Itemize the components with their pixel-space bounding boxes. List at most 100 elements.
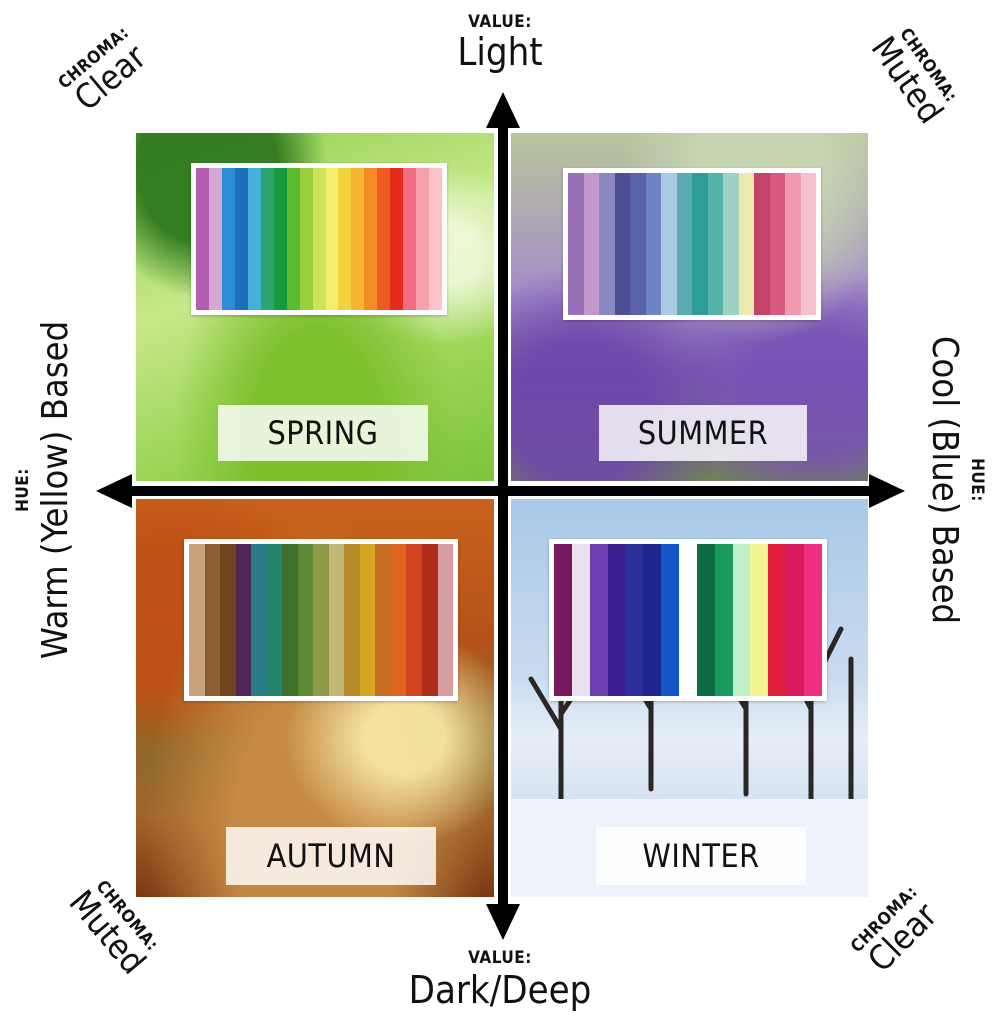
autumn-swatch — [282, 544, 298, 696]
winter-swatch — [768, 544, 787, 696]
spring-swatch — [221, 168, 235, 310]
autumn-swatch — [235, 544, 252, 696]
autumn-swatch — [204, 544, 221, 696]
autumn-swatch — [313, 544, 329, 696]
arrow-up-icon — [486, 92, 520, 128]
spring-swatch — [234, 168, 248, 310]
spring-swatch — [338, 168, 352, 310]
autumn-swatch — [266, 544, 283, 696]
vertical-axis-line — [498, 118, 508, 918]
winter-swatch — [661, 544, 680, 696]
autumn-swatch — [375, 544, 391, 696]
autumn-swatch — [344, 544, 360, 696]
summer-swatch — [568, 173, 584, 315]
hue-left-label: HUE: — [13, 468, 33, 512]
autumn-swatch — [437, 544, 454, 696]
spring-swatch — [286, 168, 300, 310]
autumn-palette — [184, 539, 458, 701]
autumn-swatch — [297, 544, 314, 696]
spring-swatch — [196, 168, 209, 310]
spring-swatch — [208, 168, 222, 310]
winter-swatch — [643, 544, 662, 696]
winter-swatch — [696, 544, 715, 696]
spring-swatch — [429, 168, 443, 310]
winter-swatch — [625, 544, 644, 696]
value-bottom-label: VALUE: — [468, 948, 532, 968]
spring-swatch — [377, 168, 391, 310]
winter-swatch — [786, 544, 805, 696]
spring-swatch — [260, 168, 274, 310]
value-top-label: VALUE: — [468, 12, 532, 32]
spring-swatch — [351, 168, 365, 310]
winter-swatch — [607, 544, 626, 696]
spring-swatch — [247, 168, 261, 310]
summer-swatch — [645, 173, 661, 315]
spring-swatch — [325, 168, 339, 310]
autumn-quadrant: AUTUMN — [136, 499, 494, 897]
arrow-left-icon — [96, 474, 132, 508]
summer-swatch — [769, 173, 785, 315]
summer-swatch — [630, 173, 646, 315]
horizontal-axis-line — [118, 486, 883, 496]
winter-swatches — [554, 544, 822, 696]
winter-swatch — [679, 544, 697, 696]
spring-swatch — [390, 168, 404, 310]
chroma-top-left: CHROMA: Clear — [35, 7, 181, 143]
autumn-swatch — [406, 544, 422, 696]
autumn-swatch — [359, 544, 376, 696]
value-bottom: VALUE: Dark/Deep — [380, 948, 620, 1012]
winter-label: WINTER — [596, 827, 806, 885]
arrow-right-icon — [869, 474, 905, 508]
hue-left-text: Warm (Yellow) Based — [35, 320, 76, 660]
summer-swatch — [692, 173, 708, 315]
winter-swatch — [571, 544, 590, 696]
winter-swatch — [750, 544, 769, 696]
spring-swatch — [312, 168, 326, 310]
value-bottom-text: Dark/Deep — [408, 968, 592, 1012]
spring-swatch — [273, 168, 287, 310]
summer-swatch — [676, 173, 692, 315]
winter-swatch — [804, 544, 822, 696]
spring-swatch — [416, 168, 430, 310]
autumn-label: AUTUMN — [226, 827, 436, 885]
summer-swatches — [568, 173, 816, 315]
autumn-swatch — [220, 544, 236, 696]
spring-swatch — [299, 168, 313, 310]
spring-swatch — [403, 168, 417, 310]
hue-right-text: Cool (Blue) Based — [924, 335, 965, 625]
value-top-text: Light — [457, 30, 543, 74]
autumn-swatch — [328, 544, 345, 696]
autumn-swatches — [189, 544, 454, 696]
arrow-down-icon — [486, 904, 520, 940]
summer-swatch — [661, 173, 677, 315]
hue-left: HUE: Warm (Yellow) Based — [13, 290, 85, 690]
autumn-swatch — [251, 544, 267, 696]
summer-swatch — [723, 173, 739, 315]
summer-swatch — [614, 173, 630, 315]
summer-label: SUMMER — [599, 405, 807, 461]
winter-swatch — [554, 544, 572, 696]
winter-swatch — [589, 544, 608, 696]
summer-swatch — [583, 173, 599, 315]
value-top: VALUE: Light — [400, 12, 600, 74]
summer-swatch — [785, 173, 801, 315]
winter-palette — [549, 539, 827, 701]
summer-palette — [563, 168, 821, 320]
spring-swatches — [196, 168, 443, 310]
summer-swatch — [599, 173, 615, 315]
spring-label: SPRING — [218, 405, 428, 461]
summer-swatch — [738, 173, 754, 315]
autumn-swatch — [390, 544, 407, 696]
summer-swatch — [800, 173, 816, 315]
winter-quadrant: WINTER — [511, 499, 868, 897]
spring-quadrant: SPRING — [136, 133, 494, 481]
summer-swatch — [754, 173, 770, 315]
autumn-swatch — [189, 544, 205, 696]
spring-swatch — [364, 168, 378, 310]
hue-right-label: HUE: — [967, 458, 987, 502]
hue-right: HUE: Cool (Blue) Based — [915, 280, 987, 680]
chroma-top-right: CHROMA: Muted — [845, 3, 974, 152]
summer-quadrant: SUMMER — [511, 133, 868, 481]
winter-swatch — [732, 544, 751, 696]
summer-swatch — [707, 173, 723, 315]
